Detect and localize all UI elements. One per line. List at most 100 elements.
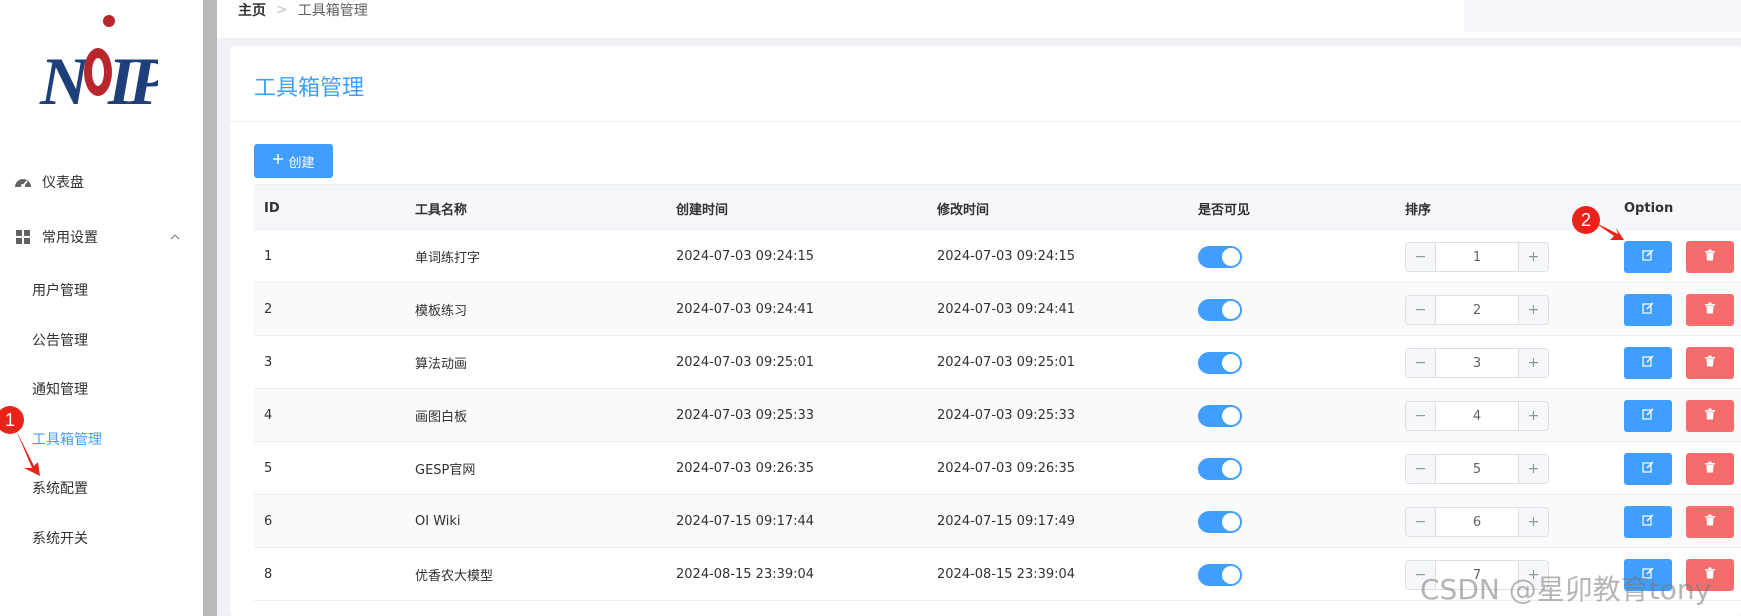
edit-button[interactable] bbox=[1624, 294, 1672, 326]
order-value[interactable]: 3 bbox=[1436, 349, 1518, 377]
increment-button[interactable]: + bbox=[1518, 296, 1548, 324]
svg-text:IP: IP bbox=[107, 43, 158, 112]
decrement-button[interactable]: − bbox=[1406, 402, 1436, 430]
edit-button[interactable] bbox=[1624, 347, 1672, 379]
cell-created: 2024-07-03 09:26:35 bbox=[676, 461, 815, 476]
decrement-button[interactable]: − bbox=[1406, 296, 1436, 324]
increment-button[interactable]: + bbox=[1518, 349, 1548, 377]
edit-button[interactable] bbox=[1624, 400, 1672, 432]
increment-button[interactable]: + bbox=[1518, 402, 1548, 430]
toggle-knob bbox=[1222, 248, 1240, 266]
visible-toggle[interactable] bbox=[1198, 405, 1242, 427]
order-stepper: −2 + bbox=[1405, 295, 1549, 325]
order-value[interactable]: 1 bbox=[1436, 243, 1518, 271]
plus-icon bbox=[272, 153, 284, 169]
delete-button[interactable] bbox=[1686, 347, 1734, 379]
decrement-button[interactable]: − bbox=[1406, 243, 1436, 271]
trash-icon bbox=[1704, 355, 1716, 371]
sidebar-item-notifications[interactable]: 通知管理 bbox=[0, 369, 203, 409]
table-row: 1 单词练打字 2024-07-03 09:24:15 2024-07-03 09:2… bbox=[254, 230, 1741, 283]
trash-icon bbox=[1704, 302, 1716, 318]
edit-icon bbox=[1642, 302, 1654, 318]
order-stepper: −4 + bbox=[1405, 401, 1549, 431]
table-header: ID 工具名称 创建时间 修改时间 是否可见 排序 Option bbox=[254, 184, 1741, 230]
order-value[interactable]: 5 bbox=[1436, 455, 1518, 483]
header-user-area[interactable] bbox=[1464, 0, 1741, 32]
cell-name: 单词练打字 bbox=[415, 251, 481, 266]
col-header-created: 创建时间 bbox=[676, 202, 729, 218]
cell-name: OI Wiki bbox=[415, 514, 461, 529]
order-value[interactable]: 4 bbox=[1436, 402, 1518, 430]
edit-icon bbox=[1642, 514, 1654, 530]
edit-button[interactable] bbox=[1624, 506, 1672, 538]
edit-icon bbox=[1642, 408, 1654, 424]
sidebar: N IP 仪表盘 常用设置 用户管理 公告管理 通知管理 工具箱管理 系统配置 … bbox=[0, 0, 203, 616]
svg-text:N: N bbox=[39, 43, 92, 112]
annotation-arrow-2 bbox=[1594, 222, 1624, 240]
cell-created: 2024-08-15 23:39:04 bbox=[676, 567, 815, 582]
trash-icon bbox=[1704, 249, 1716, 265]
decrement-button[interactable]: − bbox=[1406, 455, 1436, 483]
delete-button[interactable] bbox=[1686, 241, 1734, 273]
table-row: 2 模板练习 2024-07-03 09:24:41 2024-07-03 09:24… bbox=[254, 283, 1741, 336]
cell-name: GESP官网 bbox=[415, 463, 476, 478]
order-value[interactable]: 2 bbox=[1436, 296, 1518, 324]
cell-modified: 2024-07-03 09:24:41 bbox=[937, 302, 1076, 317]
page-title: 工具箱管理 bbox=[254, 76, 365, 101]
cell-modified: 2024-07-03 09:24:15 bbox=[937, 249, 1076, 264]
col-header-order: 排序 bbox=[1405, 202, 1432, 218]
cell-name: 画图白板 bbox=[415, 410, 468, 425]
menu-dashboard[interactable]: 仪表盘 bbox=[0, 162, 203, 202]
visible-toggle[interactable] bbox=[1198, 352, 1242, 374]
create-button[interactable]: 创建 bbox=[254, 144, 333, 178]
grid-icon bbox=[14, 228, 32, 246]
cell-name: 优香农大模型 bbox=[415, 569, 494, 584]
sidebar-item-users[interactable]: 用户管理 bbox=[0, 270, 203, 310]
cell-created: 2024-07-03 09:24:15 bbox=[676, 249, 815, 264]
menu-settings-label: 常用设置 bbox=[42, 230, 98, 246]
toggle-knob bbox=[1222, 513, 1240, 531]
breadcrumb-home[interactable]: 主页 bbox=[238, 0, 266, 20]
edit-button[interactable] bbox=[1624, 241, 1672, 273]
delete-button[interactable] bbox=[1686, 506, 1734, 538]
cell-modified: 2024-07-03 09:25:33 bbox=[937, 408, 1076, 423]
cell-id: 3 bbox=[264, 355, 273, 370]
breadcrumb: 主页 > 工具箱管理 bbox=[238, 0, 368, 20]
card-header bbox=[230, 46, 1741, 122]
cell-id: 1 bbox=[264, 249, 273, 264]
cell-modified: 2024-07-15 09:17:49 bbox=[937, 514, 1076, 529]
cell-id: 4 bbox=[264, 408, 273, 423]
sidebar-scrollbar[interactable] bbox=[203, 0, 217, 616]
menu-dashboard-label: 仪表盘 bbox=[42, 175, 84, 191]
col-header-name: 工具名称 bbox=[415, 202, 468, 218]
edit-icon bbox=[1642, 249, 1654, 265]
delete-button[interactable] bbox=[1686, 400, 1734, 432]
visible-toggle[interactable] bbox=[1198, 458, 1242, 480]
noip-logo: N IP bbox=[38, 12, 176, 119]
order-value[interactable]: 6 bbox=[1436, 508, 1518, 536]
trash-icon bbox=[1704, 408, 1716, 424]
visible-toggle[interactable] bbox=[1198, 564, 1242, 586]
col-header-visible: 是否可见 bbox=[1198, 202, 1251, 218]
menu-settings-group[interactable]: 常用设置 bbox=[0, 217, 203, 257]
increment-button[interactable]: + bbox=[1518, 243, 1548, 271]
delete-button[interactable] bbox=[1686, 294, 1734, 326]
visible-toggle[interactable] bbox=[1198, 511, 1242, 533]
sidebar-item-announcements[interactable]: 公告管理 bbox=[0, 320, 203, 360]
cell-id: 5 bbox=[264, 461, 273, 476]
increment-button[interactable]: + bbox=[1518, 508, 1548, 536]
visible-toggle[interactable] bbox=[1198, 246, 1242, 268]
increment-button[interactable]: + bbox=[1518, 455, 1548, 483]
chevron-up-icon bbox=[169, 231, 181, 243]
annotation-arrow-1 bbox=[16, 430, 40, 476]
visible-toggle[interactable] bbox=[1198, 299, 1242, 321]
table-body: 1 单词练打字 2024-07-03 09:24:15 2024-07-03 09:2… bbox=[254, 230, 1741, 601]
create-button-label: 创建 bbox=[288, 155, 315, 171]
edit-button[interactable] bbox=[1624, 453, 1672, 485]
decrement-button[interactable]: − bbox=[1406, 349, 1436, 377]
delete-button[interactable] bbox=[1686, 453, 1734, 485]
col-header-modified: 修改时间 bbox=[937, 202, 990, 218]
sidebar-item-system-switch[interactable]: 系统开关 bbox=[0, 518, 203, 558]
table-row: 5 GESP官网 2024-07-03 09:26:35 2024-07-03 09:… bbox=[254, 442, 1741, 495]
decrement-button[interactable]: − bbox=[1406, 508, 1436, 536]
